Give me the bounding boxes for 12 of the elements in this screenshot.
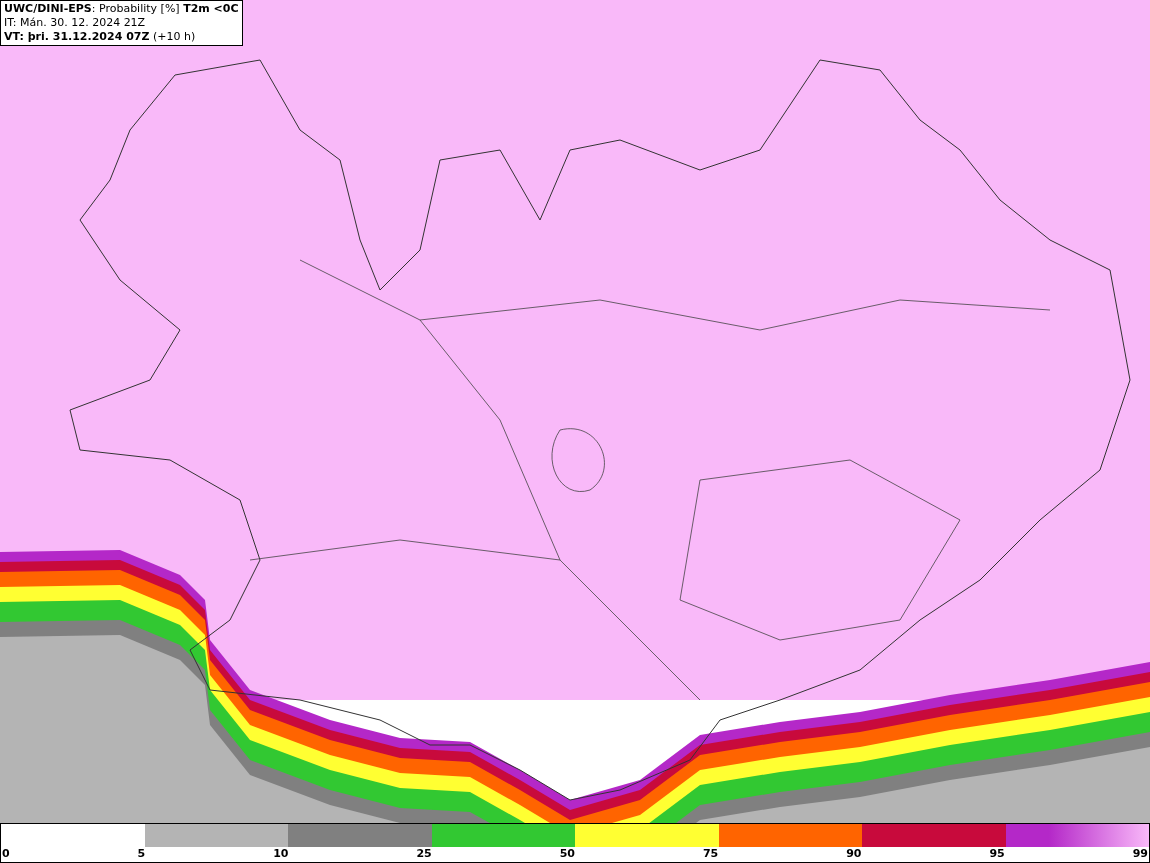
legend-tick-label: 0 bbox=[2, 847, 10, 861]
legend-tick-label: 50 bbox=[559, 847, 575, 861]
map-header-line: VT: þri. 31.12.2024 07Z (+10 h) bbox=[4, 30, 197, 44]
map-header-line: UWC/DINI-EPS: Probability [%] T2m <0C bbox=[4, 2, 239, 16]
legend-tick-label: 99 bbox=[1132, 847, 1148, 861]
legend-tick-label: 25 bbox=[416, 847, 432, 861]
legend-tick-label: 95 bbox=[989, 847, 1005, 861]
legend-tick-label: 10 bbox=[273, 847, 289, 861]
legend-tick-label: 75 bbox=[702, 847, 719, 861]
legend-tick-label: 5 bbox=[137, 847, 146, 861]
legend-tick-label: 90 bbox=[846, 847, 862, 861]
map-header-line: IT: Mán. 30. 12. 2024 21Z bbox=[4, 16, 147, 30]
